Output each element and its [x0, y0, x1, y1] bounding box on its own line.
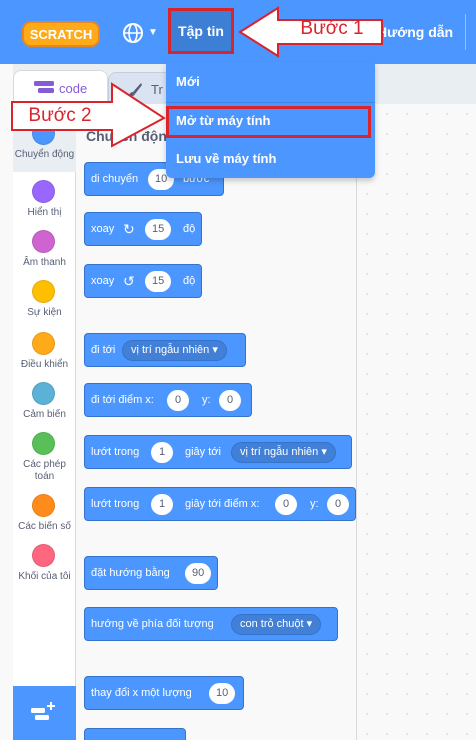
- block-glide-xy-mid: giây tới điểm x:: [185, 498, 260, 510]
- category-dot-icon: [32, 280, 55, 303]
- block-goto-text: đi tới: [91, 344, 116, 356]
- block-glide-option: vị trí ngẫu nhiên: [240, 446, 319, 458]
- block-turn-left-input[interactable]: 15: [145, 271, 172, 292]
- category-dot-icon: [32, 544, 55, 567]
- block-palette: Chuyển động di chuyển 10 bước xoay ↻ 15 …: [76, 104, 356, 740]
- block-goto-xy-ylabel: y:: [202, 394, 211, 406]
- highlight-box-open: [166, 106, 371, 138]
- block-change-x-input[interactable]: 10: [209, 683, 236, 704]
- category-label: Chuyển động: [14, 149, 75, 160]
- block-point-direction-text: đặt hướng bằng: [91, 567, 170, 579]
- block-change-x-text: thay đổi x một lượng: [91, 687, 192, 699]
- rotate-left-icon: ↺: [123, 273, 135, 289]
- help-menu[interactable]: Hướng dẫn: [377, 24, 453, 40]
- category-label: Hiển thị: [27, 207, 62, 218]
- category-dot-icon: [32, 180, 55, 203]
- category-label: Âm thanh: [23, 257, 66, 268]
- menu-divider: [465, 14, 466, 50]
- block-goto-option: vị trí ngẫu nhiên: [131, 344, 210, 356]
- block-turn-right-unit: độ: [183, 223, 196, 235]
- category-dot-icon: [32, 432, 55, 455]
- block-change-x[interactable]: thay đổi x một lượng 10: [84, 676, 244, 710]
- block-glide-xy-secs[interactable]: 1: [151, 494, 173, 515]
- block-turn-left[interactable]: xoay ↺ 15 độ: [84, 264, 202, 298]
- block-turn-right-input[interactable]: 15: [145, 219, 172, 240]
- globe-icon: [123, 23, 143, 43]
- category-label: Khối của tôi: [18, 571, 71, 582]
- category-dot-icon: [32, 382, 55, 405]
- category-label: Sự kiện: [27, 307, 62, 318]
- scratch-logo[interactable]: SCRATCH: [22, 20, 100, 48]
- category-label: Các biến số: [18, 521, 71, 532]
- block-goto-dropdown[interactable]: vị trí ngẫu nhiên ▾: [122, 340, 227, 361]
- block-glide-secs[interactable]: 1: [151, 442, 173, 463]
- add-extension-icon: [31, 702, 55, 720]
- block-point-towards-option: con trỏ chuột: [240, 618, 304, 630]
- block-goto-xy-text: đi tới điểm x:: [91, 394, 154, 406]
- block-glide-dropdown[interactable]: vị trí ngẫu nhiên ▾: [231, 442, 336, 463]
- menu-item-save-to-computer[interactable]: Lưu về máy tính: [176, 151, 276, 166]
- block-partial[interactable]: [84, 728, 186, 740]
- category-label: Các phép toán: [23, 459, 66, 482]
- block-glide-xy-x[interactable]: 0: [275, 494, 297, 515]
- file-menu[interactable]: Tập tin: [168, 8, 234, 54]
- rotate-right-icon: ↻: [123, 221, 135, 237]
- block-glide-xy[interactable]: lướt trong 1 giây tới điểm x: 0 y: 0: [84, 487, 356, 521]
- category-dot-icon: [32, 230, 55, 253]
- category-label: Điều khiển: [20, 359, 69, 370]
- block-point-direction[interactable]: đặt hướng bằng 90: [84, 556, 218, 590]
- block-point-direction-input[interactable]: 90: [185, 563, 212, 584]
- block-turn-left-unit: độ: [183, 275, 196, 287]
- code-workspace[interactable]: [356, 104, 476, 740]
- block-goto-xy-y[interactable]: 0: [219, 390, 241, 411]
- menu-item-new[interactable]: Mới: [176, 74, 200, 89]
- block-turn-right-text: xoay: [91, 223, 115, 235]
- block-glide-xy-y[interactable]: 0: [327, 494, 349, 515]
- category-dot-icon: [32, 494, 55, 517]
- add-extension-button[interactable]: [13, 686, 76, 740]
- block-goto-xy[interactable]: đi tới điểm x: 0 y: 0: [84, 383, 252, 417]
- callout-step1-label: Bước 1: [300, 18, 364, 39]
- block-move-text: di chuyển: [91, 173, 139, 185]
- block-glide[interactable]: lướt trong 1 giây tới vị trí ngẫu nhiên …: [84, 435, 352, 469]
- callout-step2-label: Bước 2: [28, 105, 92, 126]
- block-point-towards-text: hướng về phía đối tượng: [91, 618, 214, 630]
- language-menu[interactable]: ▼: [122, 21, 160, 45]
- block-point-towards-dropdown[interactable]: con trỏ chuột ▾: [231, 614, 322, 635]
- block-point-towards[interactable]: hướng về phía đối tượng con trỏ chuột ▾: [84, 607, 338, 641]
- category-menu: Chuyển động Hiển thị Âm thanh Sự kiện Điều k…: [13, 104, 76, 740]
- logo-text: SCRATCH: [30, 27, 93, 42]
- block-glide-xy-text: lướt trong: [91, 498, 140, 510]
- block-glide-mid: giây tới: [185, 446, 221, 458]
- menu-separator: [166, 102, 375, 103]
- block-turn-right[interactable]: xoay ↻ 15 độ: [84, 212, 202, 246]
- category-label: Cảm biến: [23, 409, 66, 420]
- block-glide-xy-ylabel: y:: [310, 498, 319, 510]
- scratch-editor: SCRATCH ▼ Tập tin Hướng dẫn code Tr Chuy…: [0, 0, 476, 740]
- block-goto[interactable]: đi tới vị trí ngẫu nhiên ▾: [84, 333, 246, 367]
- block-turn-left-text: xoay: [91, 275, 115, 287]
- block-glide-text: lướt trong: [91, 446, 140, 458]
- category-dot-icon: [32, 332, 55, 355]
- chevron-down-icon: ▼: [148, 27, 158, 38]
- block-goto-xy-x[interactable]: 0: [167, 390, 189, 411]
